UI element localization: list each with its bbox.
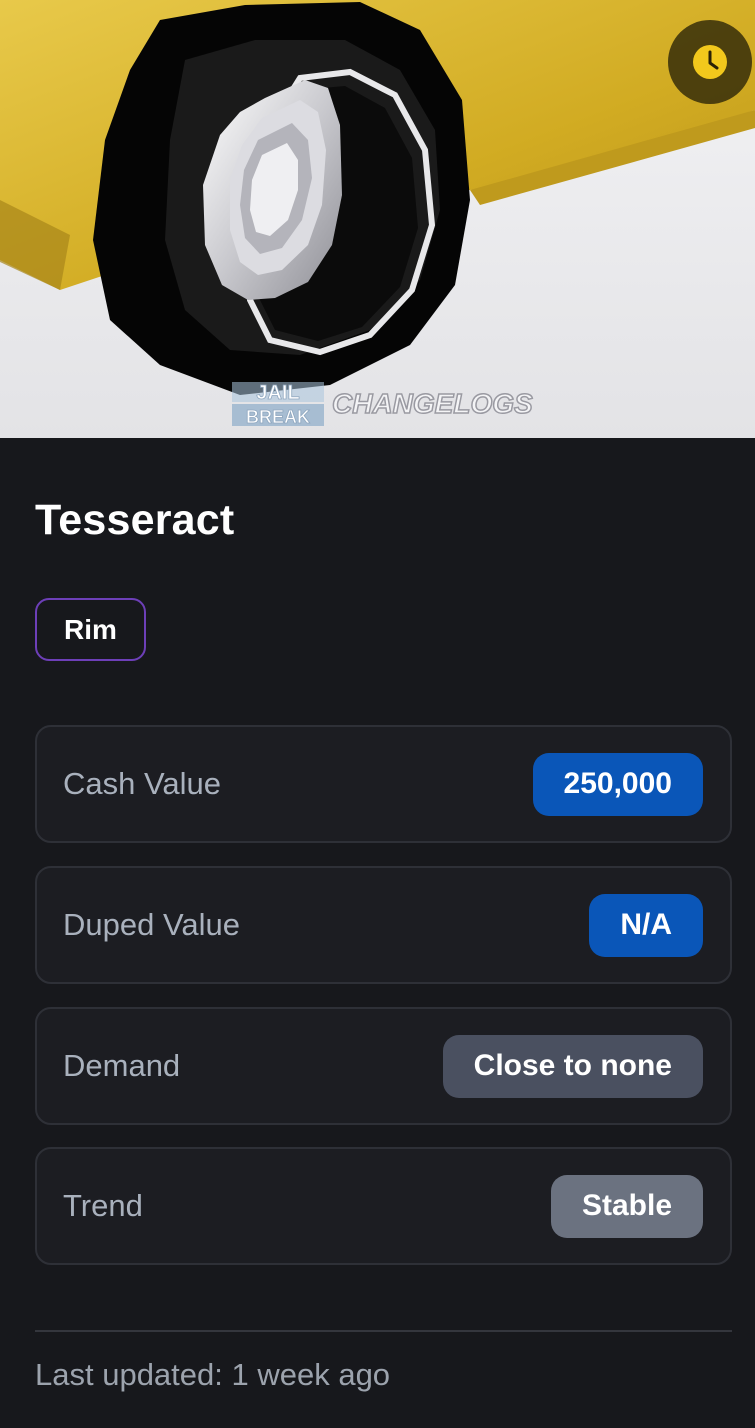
clock-icon xyxy=(693,45,727,79)
duped-value-row: Duped Value N/A xyxy=(35,866,732,984)
item-image: JAIL BREAK CHANGELOGS xyxy=(0,0,755,438)
watermark-text: CHANGELOGS xyxy=(332,388,533,419)
demand-badge: Close to none xyxy=(442,1034,703,1098)
demand-row: Demand Close to none xyxy=(35,1007,732,1125)
watermark-logo-bottom: BREAK xyxy=(246,407,310,427)
last-updated-text: Last updated: 1 week ago xyxy=(35,1357,391,1392)
jailbreak-changelogs-watermark: JAIL BREAK CHANGELOGS xyxy=(232,380,542,428)
rim-render xyxy=(0,0,755,438)
watermark-logo-top: JAIL xyxy=(256,382,299,404)
item-card: JAIL BREAK CHANGELOGS Tesseract Rim Cash… xyxy=(0,0,755,1428)
history-button[interactable] xyxy=(668,20,752,104)
watermark-logo: JAIL BREAK CHANGELOGS xyxy=(232,382,534,427)
demand-label: Demand xyxy=(63,1048,181,1083)
trend-label: Trend xyxy=(63,1188,143,1223)
trend-badge: Stable xyxy=(550,1174,703,1238)
duped-value-badge: N/A xyxy=(589,893,703,957)
cash-value-label: Cash Value xyxy=(63,766,221,801)
cash-value-badge: 250,000 xyxy=(532,752,703,816)
duped-value-label: Duped Value xyxy=(63,907,240,942)
cash-value-row: Cash Value 250,000 xyxy=(35,725,732,843)
trend-row: Trend Stable xyxy=(35,1147,732,1265)
item-type-badge: Rim xyxy=(35,598,146,661)
item-title: Tesseract xyxy=(35,496,235,544)
divider xyxy=(35,1330,732,1332)
